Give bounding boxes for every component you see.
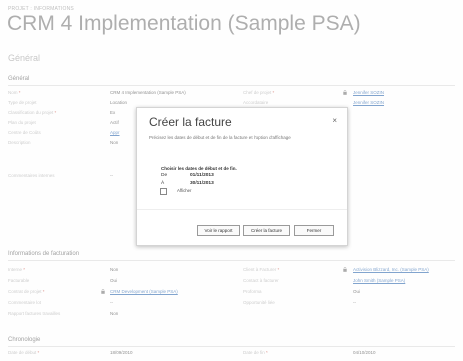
from-date-input[interactable]: 01/11/2013 [190, 173, 214, 178]
choose-dates-label: Choisir les dates de début et de fin. [161, 166, 237, 171]
to-label: À [161, 181, 165, 186]
to-date-input[interactable]: 30/11/2013 [190, 181, 214, 186]
dialog-description: Précisez les dates de début et de fin de… [149, 135, 291, 140]
display-checkbox-label: Afficher [177, 188, 192, 193]
close-icon[interactable]: × [332, 116, 337, 125]
close-button[interactable]: Fermer [294, 225, 334, 236]
create-invoice-button[interactable]: Créer la facture [243, 225, 290, 236]
from-label: De [161, 173, 168, 178]
view-report-button[interactable]: Voir le rapport [197, 225, 240, 236]
display-checkbox[interactable] [160, 188, 167, 195]
dialog-divider [137, 209, 347, 210]
create-invoice-dialog: Créer la facture × Précisez les dates de… [136, 107, 348, 246]
dialog-title: Créer la facture [149, 115, 232, 129]
